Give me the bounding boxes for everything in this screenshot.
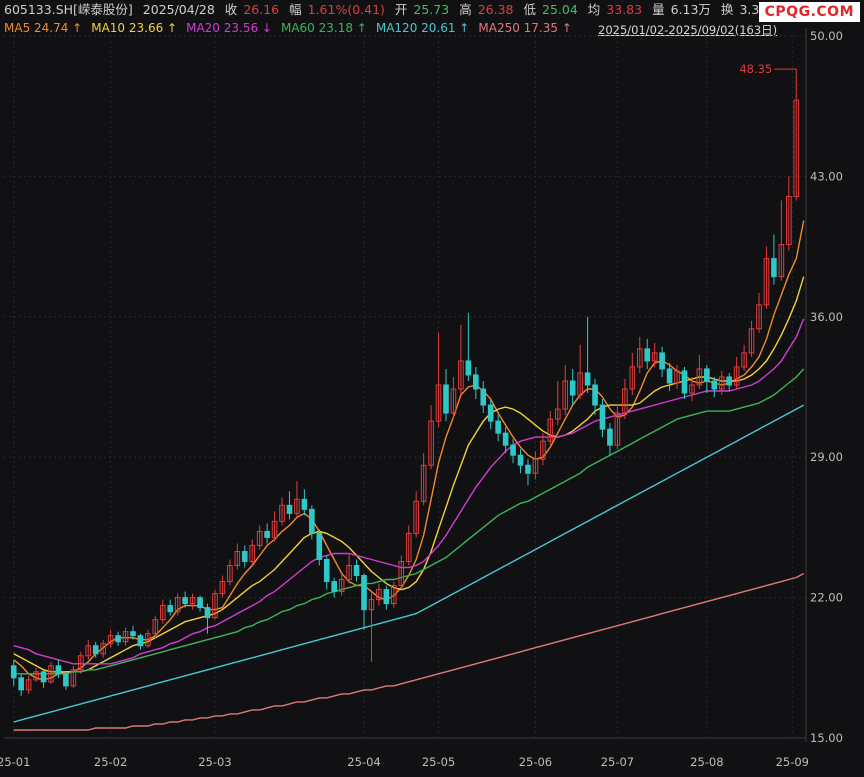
candle-body	[264, 530, 270, 538]
candle-body	[517, 454, 524, 466]
candle-body	[92, 645, 99, 655]
candle-body	[361, 575, 367, 611]
candle-body	[286, 504, 293, 514]
candle-body	[599, 404, 606, 430]
candle-body	[495, 420, 501, 434]
x-tick-label: 25-09	[776, 755, 809, 769]
candle-body	[18, 677, 24, 691]
candle-body	[659, 352, 665, 370]
ma-line-ma250	[13, 572, 805, 731]
candle-body	[502, 432, 509, 446]
candle-body	[167, 605, 174, 613]
candle-body	[666, 368, 673, 384]
candle-body	[465, 360, 472, 376]
candle-body	[323, 558, 330, 583]
candle-body	[487, 404, 494, 422]
ma-line-ma10	[13, 276, 805, 673]
candle-body	[331, 581, 338, 593]
candle-body	[771, 258, 777, 278]
candle-body	[472, 374, 479, 390]
candle-body	[607, 428, 613, 446]
candle-body	[681, 370, 688, 394]
candle-body	[241, 550, 248, 562]
candle-body	[301, 498, 308, 510]
candle-body	[592, 384, 598, 406]
y-tick-label: 15.00	[810, 731, 843, 745]
x-tick-label: 25-01	[0, 755, 30, 769]
candle-body	[443, 384, 449, 414]
x-tick-label: 25-05	[422, 755, 455, 769]
x-tick-label: 25-07	[601, 755, 634, 769]
candle-body	[204, 607, 211, 619]
candle-body	[569, 380, 576, 396]
candle-body	[182, 597, 188, 605]
candle-body	[584, 372, 591, 386]
ma-line-ma5	[13, 220, 805, 681]
candle-body	[383, 589, 390, 605]
candle-body	[711, 380, 718, 390]
candle-body	[63, 673, 69, 687]
candle-body	[316, 532, 323, 560]
candle-body	[309, 508, 315, 534]
candle-body	[726, 376, 733, 386]
candle-body	[130, 631, 136, 637]
y-tick-label: 36.00	[810, 310, 843, 324]
x-tick-label: 25-03	[198, 755, 231, 769]
candle-body	[644, 348, 651, 362]
candle-body	[55, 665, 62, 675]
x-tick-label: 25-04	[347, 755, 380, 769]
candle-body	[480, 388, 487, 406]
max-price-label: 48.35	[739, 62, 772, 76]
y-tick-label: 50.00	[810, 29, 843, 43]
candle-body	[197, 597, 203, 609]
candle-body	[353, 565, 360, 577]
y-tick-label: 22.00	[810, 591, 843, 605]
candle-body	[704, 368, 710, 382]
candle-body	[525, 464, 531, 474]
y-tick-label: 29.00	[810, 450, 843, 464]
x-tick-label: 25-08	[690, 755, 723, 769]
candle-body	[40, 671, 47, 683]
candle-body	[10, 665, 17, 679]
candle-body	[510, 444, 516, 456]
kline-chart[interactable]: 50.00 43.00 36.00 29.00 22.00 15.00 25-01 25-02…	[0, 0, 864, 777]
y-tick-label: 43.00	[810, 169, 843, 183]
ma-line-ma60	[13, 368, 805, 675]
candle-body	[137, 635, 144, 647]
x-tick-label: 25-02	[94, 755, 127, 769]
x-tick-label: 25-06	[519, 755, 552, 769]
candle-body	[115, 635, 121, 643]
